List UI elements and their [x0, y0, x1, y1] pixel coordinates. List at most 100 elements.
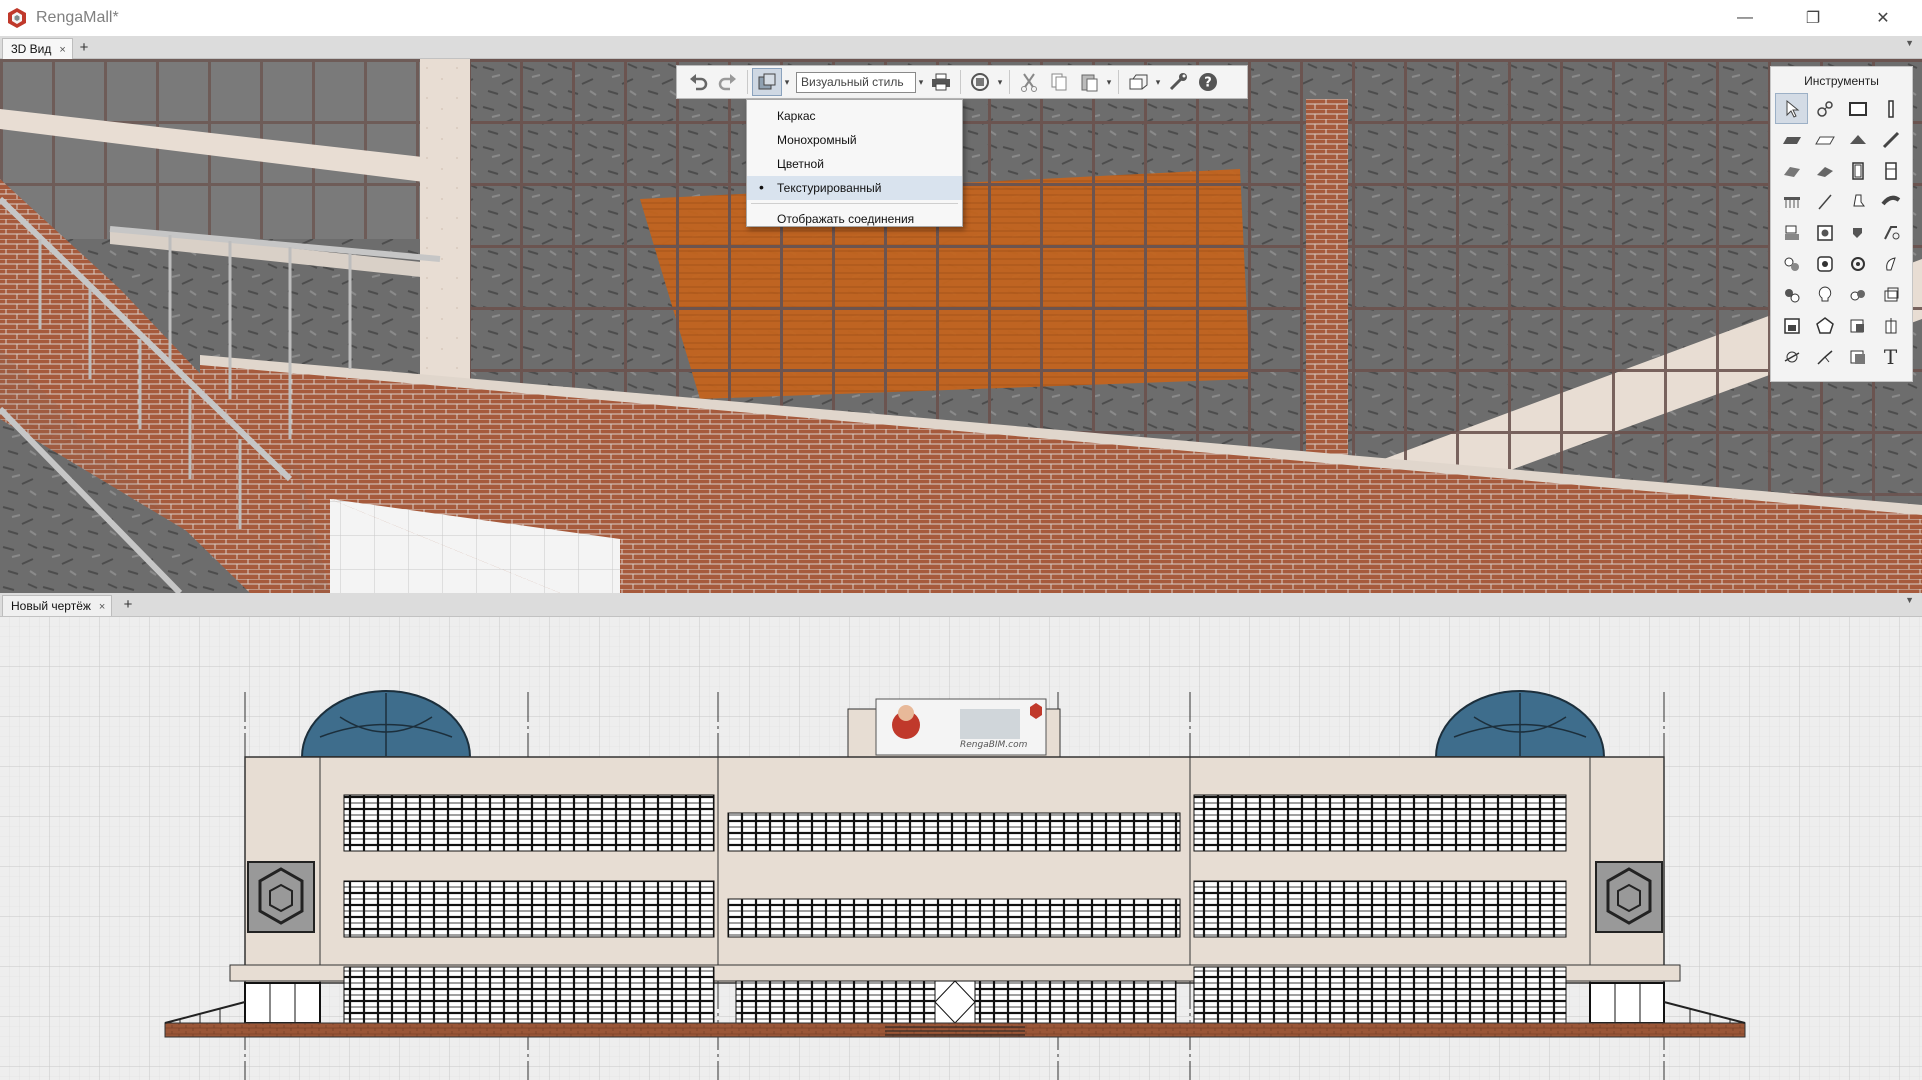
tool-fixture[interactable]	[1775, 248, 1808, 279]
menu-item-label: Отображать соединения	[777, 212, 915, 226]
menu-item-textured[interactable]: • Текстурированный	[747, 176, 962, 200]
restore-icon: ❐	[1805, 10, 1821, 27]
help-button[interactable]: ?	[1193, 68, 1223, 96]
tools-panel: Инструменты T	[1770, 66, 1913, 382]
element-tool-icon	[1815, 316, 1834, 334]
paste-button[interactable]	[1074, 68, 1104, 96]
pipe-tool-icon	[1880, 195, 1900, 205]
equipment-tool-icon	[1852, 194, 1865, 206]
tool-switch[interactable]	[1841, 279, 1874, 310]
tool-stair[interactable]	[1775, 155, 1808, 186]
tool-mechanical[interactable]	[1808, 248, 1841, 279]
undo-button[interactable]	[683, 68, 713, 96]
tool-rebar[interactable]	[1841, 310, 1874, 341]
restore-button[interactable]: ❐	[1790, 0, 1836, 36]
menu-item-colored[interactable]: Цветной	[747, 152, 962, 176]
tab-3d-view[interactable]: 3D Вид ×	[2, 38, 73, 59]
tool-accessory[interactable]	[1874, 248, 1907, 279]
tool-opening[interactable]	[1808, 217, 1841, 248]
tool-electrical[interactable]	[1775, 279, 1808, 310]
visual-style-select-arrow[interactable]: ▾	[916, 77, 926, 88]
tool-room[interactable]	[1775, 217, 1808, 248]
tool-wall[interactable]	[1841, 93, 1874, 124]
mechanical-tool-icon	[1816, 255, 1833, 272]
tool-column[interactable]	[1874, 93, 1907, 124]
orbit-button[interactable]	[965, 68, 995, 96]
close-button[interactable]: ✕	[1860, 0, 1906, 36]
copy-button[interactable]	[1044, 68, 1074, 96]
tool-equipment[interactable]	[1841, 186, 1874, 217]
tool-ramp[interactable]	[1808, 155, 1841, 186]
ramp-tool-icon	[1816, 166, 1833, 177]
tool-window[interactable]	[1874, 155, 1907, 186]
tool-reinforcement[interactable]	[1874, 310, 1907, 341]
cut-button[interactable]	[1014, 68, 1044, 96]
orbit-dropdown-arrow[interactable]: ▾	[995, 77, 1005, 88]
reinforcement-tool-icon	[1885, 317, 1896, 333]
title-bar: RengaMall* — ❐ ✕	[0, 0, 1922, 36]
drawing-tab-strip: Новый чертёж × + ▼	[0, 593, 1922, 617]
tab-new-drawing[interactable]: Новый чертёж ×	[2, 595, 113, 616]
tool-element[interactable]	[1808, 310, 1841, 341]
tool-slab[interactable]	[1775, 124, 1808, 155]
tool-leader[interactable]	[1808, 341, 1841, 372]
redo-button[interactable]	[713, 68, 743, 96]
drawing-view[interactable]: RengaBIM.com	[0, 617, 1922, 1080]
tool-plumbing[interactable]	[1841, 217, 1874, 248]
tool-panel[interactable]	[1874, 279, 1907, 310]
tool-dimension[interactable]	[1775, 341, 1808, 372]
tools-panel-title: Инструменты	[1804, 74, 1879, 88]
minimize-button[interactable]: —	[1722, 0, 1768, 36]
tool-door[interactable]	[1841, 155, 1874, 186]
menu-item-show-joints[interactable]: Отображать соединения	[747, 207, 962, 231]
menu-separator	[751, 203, 958, 204]
stair-tool-icon	[1783, 166, 1800, 177]
tool-text[interactable]: T	[1874, 341, 1907, 372]
svg-text:?: ?	[1204, 76, 1212, 91]
menu-item-monochrome[interactable]: Монохромный	[747, 128, 962, 152]
tool-fitting[interactable]	[1841, 248, 1874, 279]
tab-list-icon[interactable]: ▼	[1905, 595, 1914, 605]
view-cube-dropdown-arrow[interactable]: ▾	[1153, 77, 1163, 88]
tool-line[interactable]	[1808, 186, 1841, 217]
duct-tool-icon	[1883, 225, 1899, 239]
tab-close-icon[interactable]: ×	[99, 601, 105, 613]
view-tab-strip: 3D Вид × + ▼	[0, 36, 1922, 59]
selected-bullet-icon: •	[759, 179, 764, 195]
tool-beam[interactable]	[1874, 124, 1907, 155]
tool-railing[interactable]	[1775, 186, 1808, 217]
add-tab-button[interactable]: +	[74, 38, 94, 58]
tool-floor[interactable]	[1808, 124, 1841, 155]
settings-button[interactable]	[1163, 68, 1193, 96]
tool-duct[interactable]	[1874, 217, 1907, 248]
paste-dropdown-arrow[interactable]: ▾	[1104, 77, 1114, 88]
visual-style-select[interactable]: Визуальный стиль	[796, 71, 916, 93]
tab-label: 3D Вид	[11, 42, 52, 56]
wall-tool-icon	[1848, 101, 1867, 116]
tool-lamp[interactable]	[1808, 279, 1841, 310]
tool-select[interactable]	[1775, 93, 1808, 124]
toolbar-separator	[1009, 70, 1010, 94]
tool-assembly[interactable]	[1775, 310, 1808, 341]
fitting-tool-icon	[1850, 256, 1865, 271]
copy-icon	[1051, 73, 1067, 91]
menu-item-wireframe[interactable]: Каркас	[747, 104, 962, 128]
visual-style-dropdown-arrow[interactable]: ▾	[782, 77, 792, 88]
plumbing-tool-icon	[1852, 227, 1862, 238]
print-button[interactable]	[926, 68, 956, 96]
add-tab-button[interactable]: +	[118, 595, 138, 615]
tool-roof[interactable]	[1841, 124, 1874, 155]
view-cube-button[interactable]	[1123, 68, 1153, 96]
tool-axes[interactable]	[1808, 93, 1841, 124]
rebar-tool-icon	[1850, 319, 1864, 332]
select-tool-icon	[1786, 99, 1799, 118]
tool-pipe[interactable]	[1874, 186, 1907, 217]
roof-tool-icon	[1849, 134, 1866, 144]
help-icon: ?	[1199, 73, 1217, 91]
tab-close-icon[interactable]: ×	[59, 44, 65, 56]
tab-list-icon[interactable]: ▼	[1905, 38, 1914, 48]
view-cube-icon	[1129, 74, 1148, 90]
visual-style-button[interactable]	[752, 68, 782, 96]
floor-tool-icon	[1814, 136, 1835, 144]
tool-hatch[interactable]	[1841, 341, 1874, 372]
